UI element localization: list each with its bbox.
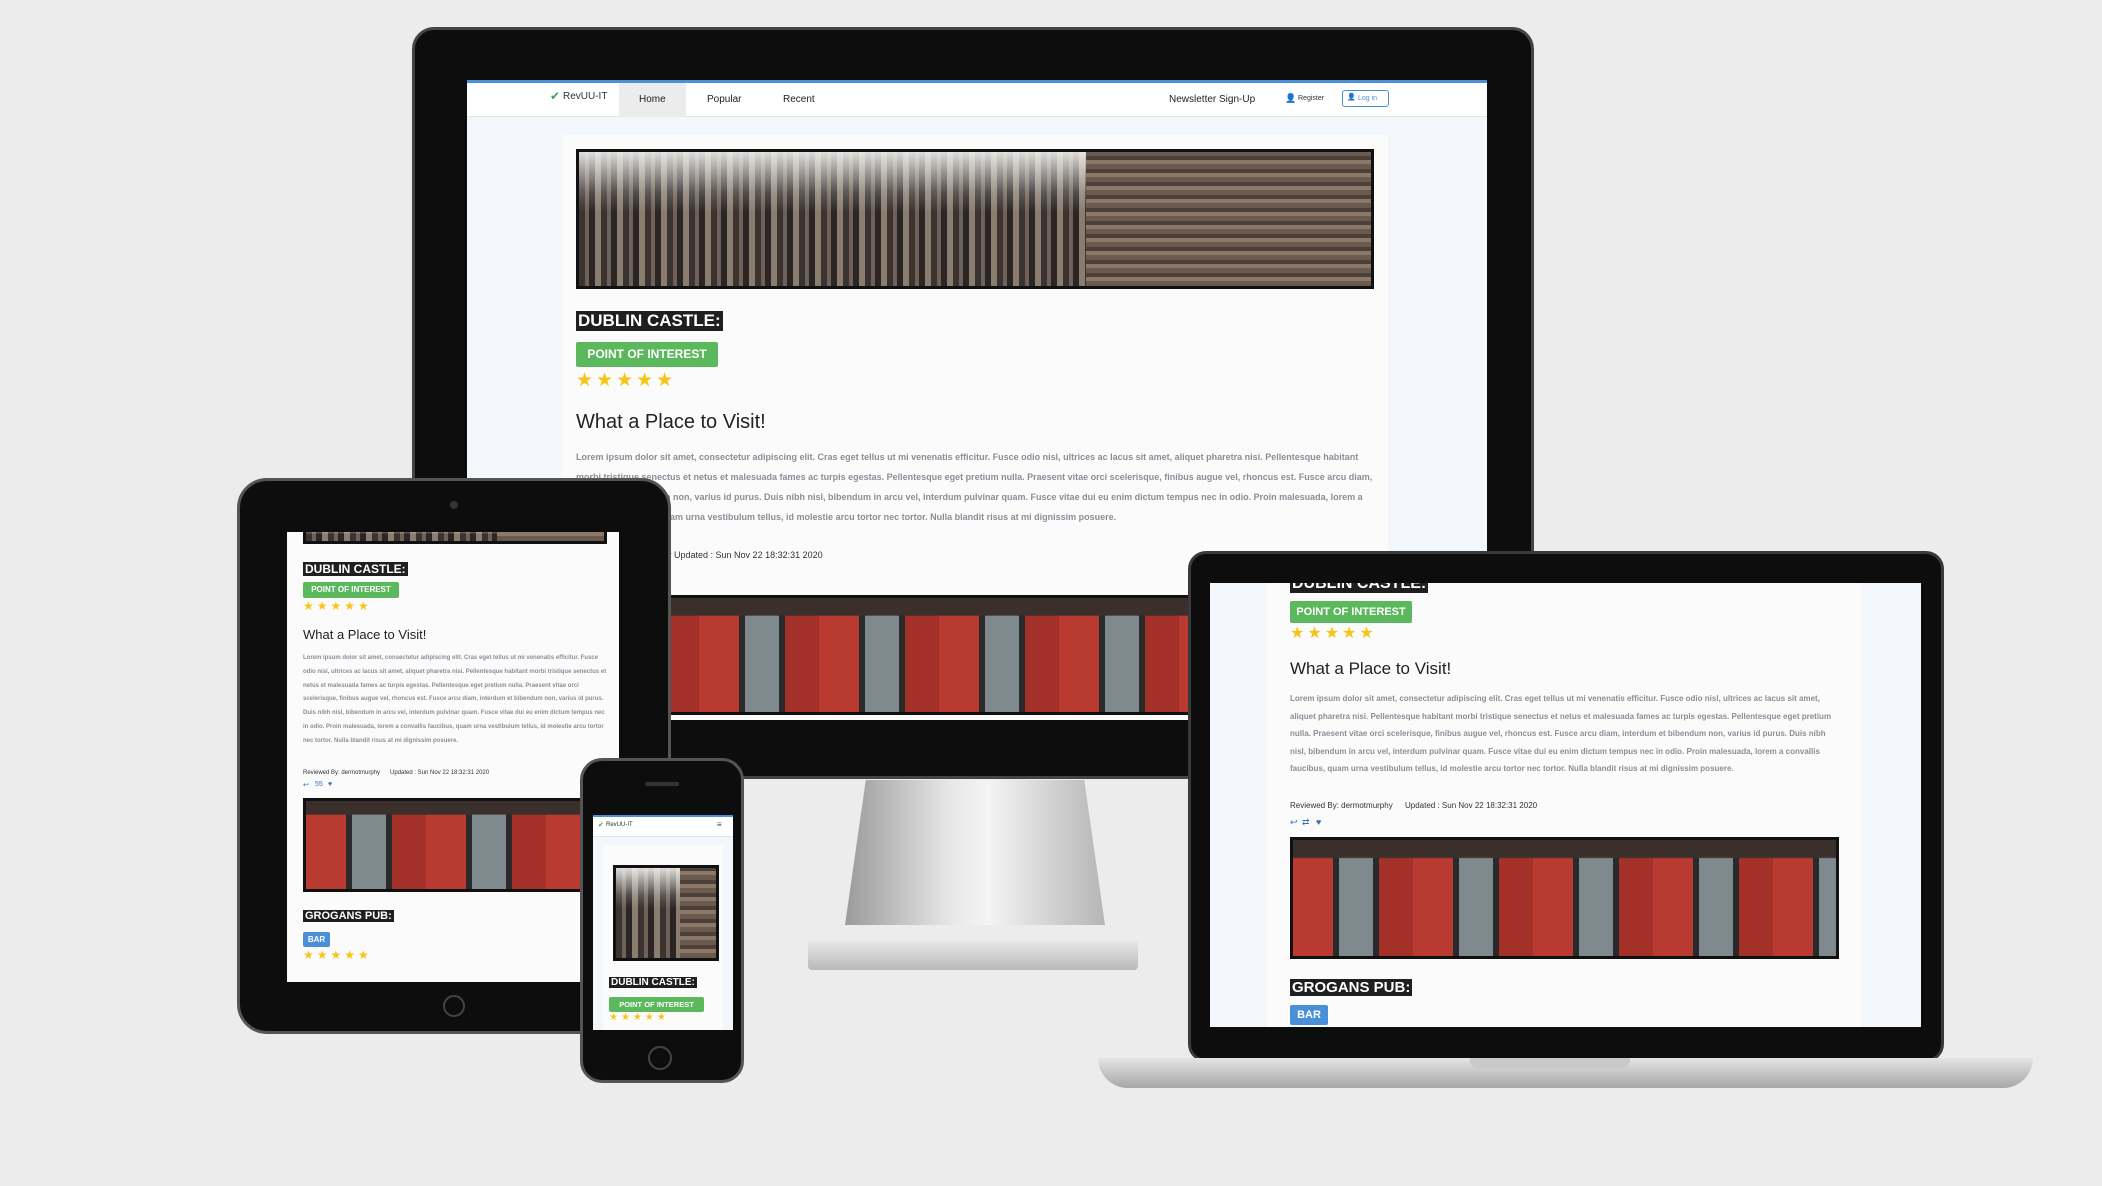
category-badge: POINT OF INTEREST xyxy=(576,342,718,367)
laptop-reviewed-by: Reviewed By: dermotmurphy xyxy=(1290,801,1393,810)
tablet-reply-icon[interactable]: ↩ xyxy=(303,781,309,789)
laptop-screen: DUBLIN CASTLE: POINT OF INTEREST ★★★★★ W… xyxy=(1210,583,1921,1027)
castle-image xyxy=(576,149,1374,289)
laptop-pub-title: GROGANS PUB: xyxy=(1290,979,1413,996)
laptop-review-heading: What a Place to Visit! xyxy=(1290,659,1452,678)
heart-icon[interactable]: ♥ xyxy=(1316,817,1321,827)
newsletter-link[interactable]: Newsletter Sign-Up xyxy=(1169,94,1255,105)
phone-brand-name[interactable]: RevUU-IT xyxy=(606,822,633,828)
navbar: ✔ RevUU-IT Home Popular Recent Newslette… xyxy=(467,80,1487,117)
review-meta: phy Updated : Sun Nov 22 18:32:31 2020 xyxy=(657,550,823,560)
phone-screen: ✔ RevUU-IT ≡ DUBLIN CASTLE: POINT OF INT… xyxy=(593,815,733,1030)
laptop-notch xyxy=(1470,1058,1630,1068)
retweet-icon[interactable]: ⇄ xyxy=(1302,817,1310,828)
tablet-review-heading: What a Place to Visit! xyxy=(303,627,427,642)
tablet-reviewed-by: Reviewed By: dermotmurphy xyxy=(303,770,381,776)
phone-castle-image xyxy=(613,865,719,961)
login-user-icon: 👤 xyxy=(1347,94,1356,101)
tablet-star-rating: ★★★★★ xyxy=(303,599,372,613)
home-button-icon[interactable] xyxy=(443,995,465,1017)
tablet-screen: DUBLIN CASTLE: POINT OF INTEREST ★★★★★ W… xyxy=(287,532,619,982)
phone-card: DUBLIN CASTLE: POINT OF INTEREST ★★★★★ xyxy=(603,845,723,1030)
review-heading: What a Place to Visit! xyxy=(576,411,766,433)
login-button[interactable]: 👤 Log in xyxy=(1342,90,1389,107)
tablet-heart-icon[interactable]: ♥ xyxy=(328,781,332,788)
hamburger-menu-icon[interactable]: ≡ xyxy=(717,820,722,829)
reply-icon[interactable]: ↩ xyxy=(1290,817,1298,828)
tablet-camera xyxy=(450,501,458,509)
laptop-pub-image xyxy=(1290,837,1839,959)
phone-place-title: DUBLIN CASTLE: xyxy=(609,977,697,988)
laptop-star-rating: ★★★★★ xyxy=(1290,625,1377,642)
tablet-bar-badge: BAR xyxy=(303,932,330,947)
phone-star-rating: ★★★★★ xyxy=(609,1012,669,1023)
check-icon: ✔ xyxy=(550,89,561,103)
tablet-card: DUBLIN CASTLE: POINT OF INTEREST ★★★★★ W… xyxy=(287,532,619,982)
phone-category-badge: POINT OF INTEREST xyxy=(609,997,704,1012)
tablet-place-title: DUBLIN CASTLE: xyxy=(303,562,408,576)
tablet-updated: Updated : Sun Nov 22 18:32:31 2020 xyxy=(390,770,490,776)
phone-speaker xyxy=(645,782,679,786)
login-label: Log in xyxy=(1358,95,1378,102)
phone-home-button-icon[interactable] xyxy=(648,1046,672,1070)
tablet-castle-image xyxy=(303,532,607,544)
place-title: DUBLIN CASTLE: xyxy=(576,311,723,331)
phone-check-icon: ✔ xyxy=(598,822,604,829)
phone-navbar: ✔ RevUU-IT ≡ xyxy=(593,815,733,837)
nav-item-popular[interactable]: Popular xyxy=(707,94,741,105)
register-link[interactable]: Register xyxy=(1298,95,1324,102)
laptop-bar-badge: BAR xyxy=(1290,1005,1328,1025)
tablet-category-badge: POINT OF INTEREST xyxy=(303,582,399,598)
register-user-icon: 👤 xyxy=(1285,93,1297,103)
monitor-base xyxy=(808,940,1138,970)
nav-home-label: Home xyxy=(639,94,666,105)
laptop-place-title: DUBLIN CASTLE: xyxy=(1290,583,1429,593)
review-body: Lorem ipsum dolor sit amet, consectetur … xyxy=(576,452,1373,522)
monitor-stand xyxy=(845,780,1105,925)
laptop-card: DUBLIN CASTLE: POINT OF INTEREST ★★★★★ W… xyxy=(1266,583,1862,1027)
tablet-pub-title: GROGANS PUB: xyxy=(303,910,394,922)
nav-item-recent[interactable]: Recent xyxy=(783,94,815,105)
brand-name[interactable]: RevUU-IT xyxy=(563,91,607,102)
laptop-updated: Updated : Sun Nov 22 18:32:31 2020 xyxy=(1405,801,1538,810)
tablet-pub-stars: ★★★★★ xyxy=(303,948,372,962)
tablet-pub-image xyxy=(303,798,609,892)
laptop-review-body: Lorem ipsum dolor sit amet, consectetur … xyxy=(1290,694,1832,773)
tablet-review-body: Lorem ipsum dolor sit amet, consectetur … xyxy=(303,655,607,744)
tablet-likes-count: 55 xyxy=(315,781,323,788)
star-rating: ★★★★★ xyxy=(576,370,677,391)
laptop-category-badge: POINT OF INTEREST xyxy=(1290,601,1412,623)
